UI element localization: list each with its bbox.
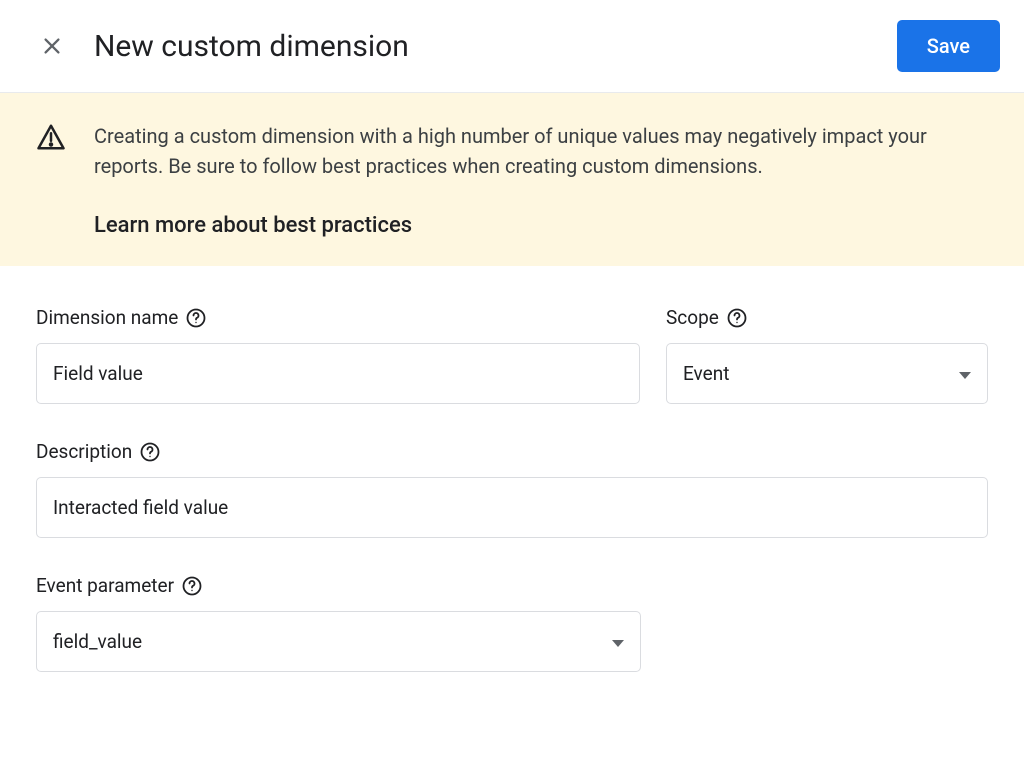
form-row-3: Event parameter field_value <box>36 574 988 672</box>
chevron-down-icon <box>959 362 971 385</box>
scope-label: Scope <box>666 306 719 329</box>
form-row-1: Dimension name Scope <box>36 306 988 404</box>
event-parameter-group: Event parameter field_value <box>36 574 641 672</box>
help-icon[interactable] <box>140 442 160 462</box>
label-row: Scope <box>666 306 988 329</box>
warning-icon <box>36 123 66 155</box>
dimension-name-label: Dimension name <box>36 306 178 329</box>
dialog-header: New custom dimension Save <box>0 0 1024 93</box>
close-icon[interactable] <box>40 34 64 58</box>
form-container: Dimension name Scope <box>0 266 1024 748</box>
header-left: New custom dimension <box>40 29 409 64</box>
scope-value: Event <box>683 362 729 385</box>
description-group: Description <box>36 440 988 538</box>
warning-banner: Creating a custom dimension with a high … <box>0 93 1024 266</box>
event-parameter-value: field_value <box>53 630 142 653</box>
save-button[interactable]: Save <box>897 20 1000 72</box>
description-input[interactable] <box>36 477 988 538</box>
dialog-title: New custom dimension <box>94 29 409 64</box>
help-icon[interactable] <box>182 576 202 596</box>
chevron-down-icon <box>612 630 624 653</box>
dimension-name-group: Dimension name <box>36 306 640 404</box>
description-label: Description <box>36 440 132 463</box>
banner-content: Creating a custom dimension with a high … <box>94 121 988 238</box>
scope-group: Scope Event <box>666 306 988 404</box>
form-row-2: Description <box>36 440 988 538</box>
dimension-name-input[interactable] <box>36 343 640 404</box>
event-parameter-label: Event parameter <box>36 574 174 597</box>
help-icon[interactable] <box>186 308 206 328</box>
banner-text: Creating a custom dimension with a high … <box>94 121 944 181</box>
event-parameter-select[interactable]: field_value <box>36 611 641 672</box>
scope-select[interactable]: Event <box>666 343 988 404</box>
learn-more-link[interactable]: Learn more about best practices <box>94 213 988 238</box>
help-icon[interactable] <box>727 308 747 328</box>
label-row: Description <box>36 440 988 463</box>
label-row: Event parameter <box>36 574 641 597</box>
label-row: Dimension name <box>36 306 640 329</box>
